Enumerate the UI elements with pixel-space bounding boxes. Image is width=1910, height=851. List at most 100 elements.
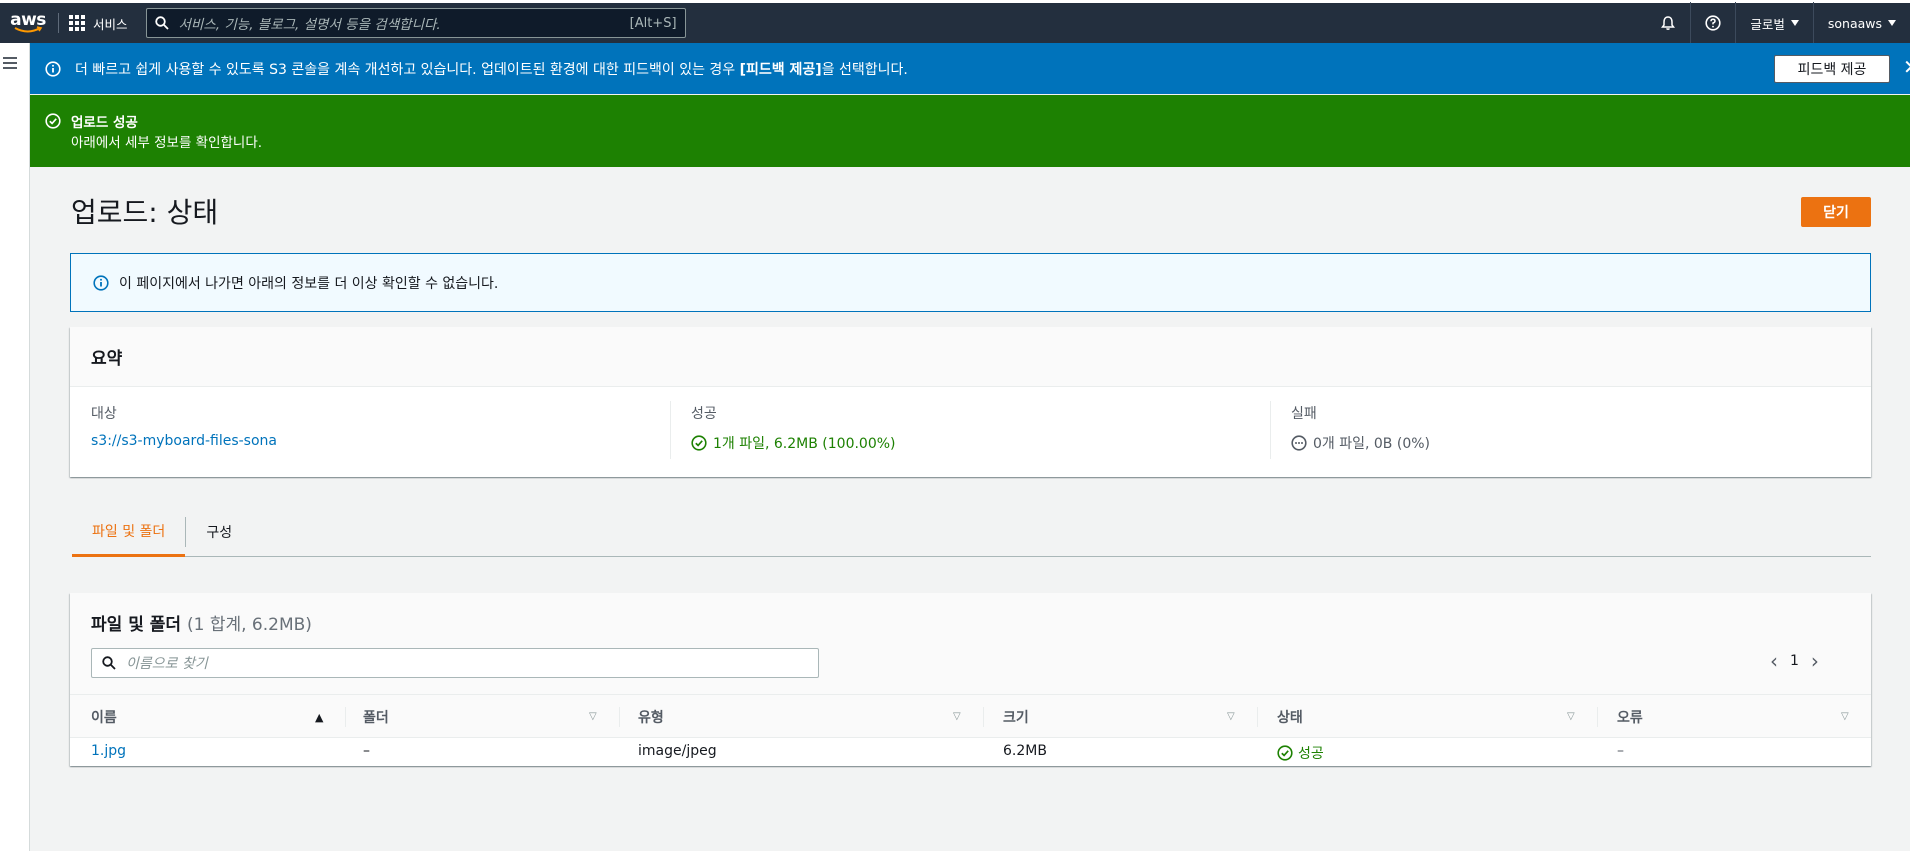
success-icon: [1277, 745, 1293, 761]
column-divider[interactable]: [1597, 707, 1598, 727]
region-label: 글로벌: [1750, 16, 1785, 32]
side-navigation-rail: [0, 43, 30, 851]
tab-files-and-folders[interactable]: 파일 및 폴더: [72, 507, 186, 557]
page-title: 업로드: 상태: [71, 196, 219, 229]
info-alert: 이 페이지에서 나가면 아래의 정보를 더 이상 확인할 수 없습니다.: [70, 253, 1871, 312]
destination-label: 대상: [91, 406, 117, 422]
summary-divider: [670, 401, 671, 459]
sort-icon[interactable]: ▽: [1841, 711, 1849, 722]
feedback-message-text: 더 빠르고 쉽게 사용할 수 있도록 S3 콘솔을 계속 개선하고 있습니다. …: [75, 61, 740, 78]
alert-text: 이 페이지에서 나가면 아래의 정보를 더 이상 확인할 수 없습니다.: [119, 275, 499, 292]
name-filter-input[interactable]: 이름으로 찾기: [91, 648, 819, 678]
info-icon: [45, 60, 61, 77]
pagination: ‹ 1 ›: [1770, 651, 1819, 671]
upload-success-banner: 업로드 성공 아래에서 세부 정보를 확인합니다.: [30, 95, 1910, 167]
column-divider[interactable]: [345, 707, 346, 727]
column-divider[interactable]: [983, 707, 984, 727]
menu-icon[interactable]: [3, 57, 17, 72]
search-icon: [154, 16, 169, 30]
success-icon: [45, 113, 61, 129]
summary-container: 요약 대상 s3://s3-myboard-files-sona 성공 1개 파…: [70, 327, 1871, 477]
grid-icon: [69, 15, 85, 31]
sort-icon[interactable]: ▽: [953, 711, 961, 722]
aws-logo[interactable]: aws: [2, 3, 54, 43]
feedback-message-end: 을 선택합니다.: [821, 61, 908, 78]
destination-link[interactable]: s3://s3-myboard-files-sona: [91, 433, 277, 449]
services-label: 서비스: [93, 16, 128, 32]
account-label: sonaaws: [1827, 15, 1882, 31]
nav-divider: [58, 13, 59, 33]
success-label: 성공: [691, 406, 717, 422]
error-cell: –: [1617, 743, 1624, 759]
table-row: 1.jpg – image/jpeg 6.2MB 성공 –: [70, 738, 1871, 766]
help-button[interactable]: [1690, 1, 1735, 45]
top-navigation: aws 서비스 서비스, 기능, 블로그, 설명서 등을 검색합니다. [Alt…: [0, 0, 1910, 45]
files-table-title: 파일 및 폴더 (1 합계, 6.2MB): [91, 610, 312, 635]
search-icon: [102, 656, 116, 670]
column-divider[interactable]: [619, 707, 620, 727]
column-header-size[interactable]: 크기: [1003, 695, 1029, 738]
success-value: 1개 파일, 6.2MB (100.00%): [691, 433, 896, 453]
column-header-type[interactable]: 유형: [638, 695, 664, 738]
success-title: 업로드 성공: [71, 115, 138, 131]
status-cell: 성공: [1277, 743, 1324, 763]
files-table-container: 파일 및 폴더 (1 합계, 6.2MB) 이름으로 찾기 ‹ 1 › 이름 ▲…: [70, 593, 1871, 766]
account-menu[interactable]: sonaaws: [1812, 1, 1910, 45]
close-button[interactable]: 닫기: [1801, 197, 1871, 227]
column-divider[interactable]: [1257, 707, 1258, 727]
summary-divider: [1270, 401, 1271, 459]
help-icon: [1705, 15, 1721, 31]
search-placeholder: 서비스, 기능, 블로그, 설명서 등을 검색합니다.: [178, 17, 441, 33]
filter-placeholder: 이름으로 찾기: [126, 656, 208, 672]
sort-ascending-icon[interactable]: ▲: [315, 711, 323, 724]
column-header-status[interactable]: 상태: [1277, 695, 1303, 738]
region-selector[interactable]: 글로벌: [1735, 1, 1813, 45]
file-name-link[interactable]: 1.jpg: [91, 743, 126, 759]
sort-icon[interactable]: ▽: [589, 711, 597, 722]
type-cell: image/jpeg: [638, 743, 717, 759]
search-shortcut: [Alt+S]: [629, 15, 677, 31]
failure-value: 0개 파일, 0B (0%): [1291, 433, 1430, 453]
files-title-text: 파일 및 폴더: [91, 615, 182, 635]
folder-cell: –: [363, 743, 370, 759]
feedback-flash-banner: 더 빠르고 쉽게 사용할 수 있도록 S3 콘솔을 계속 개선하고 있습니다. …: [30, 43, 1910, 94]
next-page-icon[interactable]: ›: [1811, 651, 1819, 671]
success-subtitle: 아래에서 세부 정보를 확인합니다.: [71, 135, 263, 151]
caret-down-icon: [1888, 20, 1896, 26]
table-header-row: 이름 ▲ 폴더 ▽ 유형 ▽ 크기 ▽ 상태 ▽ 오류 ▽: [70, 695, 1871, 738]
status-text: 성공: [1298, 746, 1324, 762]
caret-down-icon: [1790, 20, 1799, 26]
info-icon: [93, 274, 109, 291]
current-page[interactable]: 1: [1790, 653, 1799, 669]
column-header-folder[interactable]: 폴더: [363, 695, 389, 738]
global-search-input[interactable]: 서비스, 기능, 블로그, 설명서 등을 검색합니다. [Alt+S]: [145, 8, 686, 38]
failure-value-text: 0개 파일, 0B (0%): [1313, 436, 1430, 452]
feedback-message: 더 빠르고 쉽게 사용할 수 있도록 S3 콘솔을 계속 개선하고 있습니다. …: [75, 59, 908, 79]
size-cell: 6.2MB: [1003, 743, 1047, 759]
close-icon[interactable]: ✕: [1903, 56, 1910, 78]
summary-destination: 대상 s3://s3-myboard-files-sona: [91, 403, 277, 449]
feedback-message-bold: [피드백 제공]: [739, 61, 822, 78]
feedback-button[interactable]: 피드백 제공: [1774, 55, 1890, 83]
bell-icon: [1661, 16, 1676, 30]
notifications-button[interactable]: [1646, 2, 1690, 45]
services-menu-button[interactable]: 서비스: [69, 2, 140, 45]
success-value-text: 1개 파일, 6.2MB (100.00%): [713, 436, 896, 452]
summary-success: 성공 1개 파일, 6.2MB (100.00%): [691, 403, 896, 453]
sort-icon[interactable]: ▽: [1227, 711, 1235, 722]
tab-list: 파일 및 폴더 구성: [72, 507, 1871, 557]
nav-right: 글로벌 sonaaws: [1646, 1, 1910, 45]
failure-label: 실패: [1291, 406, 1317, 422]
success-icon: [691, 435, 707, 451]
column-header-name[interactable]: 이름: [91, 695, 117, 738]
column-header-error[interactable]: 오류: [1617, 695, 1643, 738]
summary-failure: 실패 0개 파일, 0B (0%): [1291, 403, 1430, 453]
tab-configuration[interactable]: 구성: [186, 507, 252, 557]
sort-icon[interactable]: ▽: [1567, 711, 1575, 722]
files-count: (1 합계, 6.2MB): [186, 615, 312, 635]
files-table-header: 파일 및 폴더 (1 합계, 6.2MB) 이름으로 찾기 ‹ 1 ›: [70, 593, 1871, 695]
aws-smile-icon: [14, 26, 43, 33]
summary-title: 요약: [70, 327, 1871, 387]
previous-page-icon[interactable]: ‹: [1770, 651, 1778, 671]
pending-icon: [1291, 435, 1307, 451]
